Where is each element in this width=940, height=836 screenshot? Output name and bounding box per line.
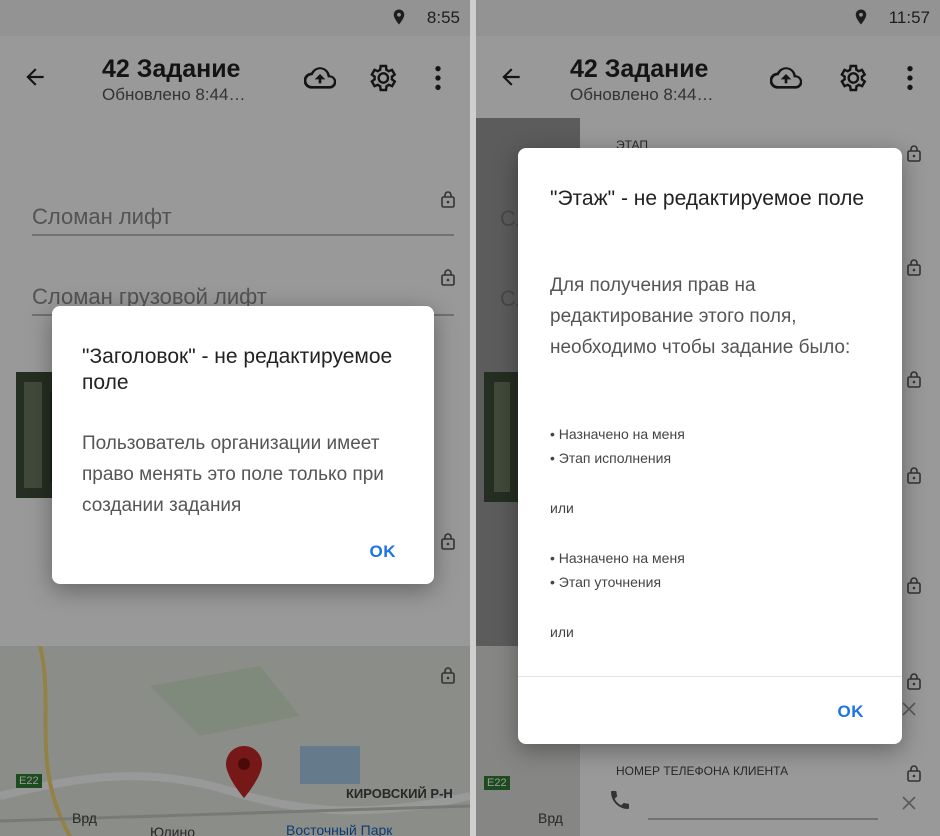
ok-button[interactable]: OK [838,702,865,722]
condition-item: • Назначено на меня [550,426,685,442]
dialog-title: "Заголовок" - не редактируемое поле [82,345,393,394]
or-separator: или [550,624,574,640]
dialog-divider [518,676,902,677]
condition-item: • Назначено на меня [550,550,685,566]
not-editable-dialog: "Этаж" - не редактируемое поле Для получ… [518,148,902,744]
or-separator: или [550,500,574,516]
not-editable-dialog: "Заголовок" - не редактируемое поле Поль… [52,306,434,584]
dialog-message: Пользователь организации имеет право мен… [82,433,384,516]
left-phone-screen: 8:55 42 Задание Обновлено 8:44… Сломан л… [0,0,470,836]
condition-item: • Этап уточнения [550,574,662,590]
right-phone-screen: 11:57 42 Задание Обновлено 8:44… Сл Сл E… [476,0,940,836]
condition-item: • Этап исполнения [550,450,672,466]
ok-button[interactable]: OK [370,542,397,562]
dialog-message: Для получения прав на редактирование это… [550,275,851,358]
dialog-title: "Этаж" - не редактируемое поле [550,187,865,210]
